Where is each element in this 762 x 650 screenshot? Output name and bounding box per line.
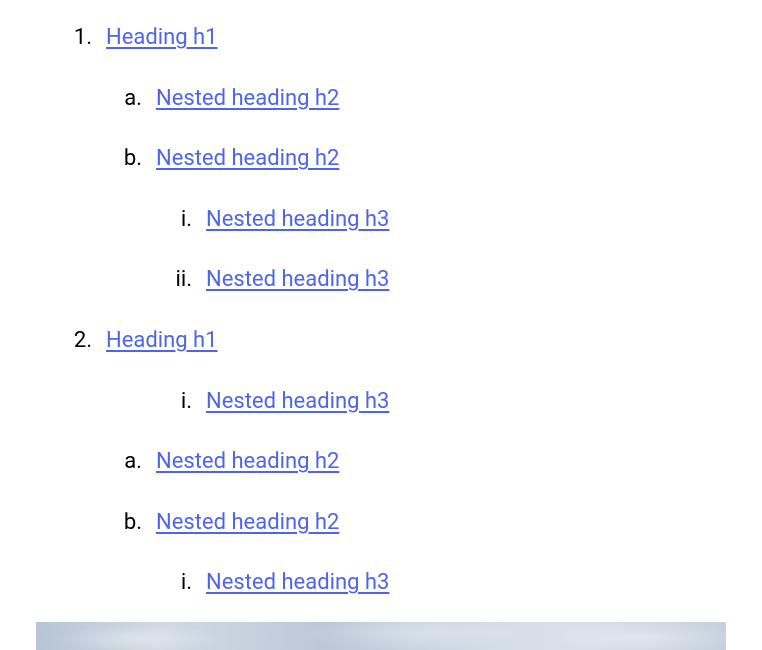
- toc-link-h3[interactable]: Nested heading h3: [206, 388, 389, 417]
- toc-link-h2[interactable]: Nested heading h2: [156, 85, 339, 114]
- toc-item: i. Nested heading h3: [36, 206, 726, 235]
- toc-item: 2. Heading h1: [36, 327, 726, 356]
- toc-item: 1. Heading h1: [36, 24, 726, 53]
- toc-item: a. Nested heading h2: [36, 448, 726, 477]
- toc-marker: a.: [36, 85, 156, 114]
- toc-marker: b.: [36, 145, 156, 174]
- toc-item: i. Nested heading h3: [36, 388, 726, 417]
- banner-image: [36, 622, 726, 650]
- toc-link-h2[interactable]: Nested heading h2: [156, 509, 339, 538]
- toc-item: b. Nested heading h2: [36, 145, 726, 174]
- toc-link-h2[interactable]: Nested heading h2: [156, 448, 339, 477]
- toc-link-h1[interactable]: Heading h1: [106, 24, 218, 53]
- toc-marker: i.: [36, 206, 206, 235]
- toc-marker: ii.: [36, 266, 206, 295]
- toc-marker: 1.: [36, 24, 106, 53]
- toc-item: i. Nested heading h3: [36, 569, 726, 598]
- toc-link-h3[interactable]: Nested heading h3: [206, 206, 389, 235]
- toc-marker: b.: [36, 509, 156, 538]
- toc-marker: i.: [36, 569, 206, 598]
- toc-item: a. Nested heading h2: [36, 85, 726, 114]
- toc-link-h2[interactable]: Nested heading h2: [156, 145, 339, 174]
- toc-item: b. Nested heading h2: [36, 509, 726, 538]
- toc-marker: i.: [36, 388, 206, 417]
- toc-marker: a.: [36, 448, 156, 477]
- toc-link-h1[interactable]: Heading h1: [106, 327, 218, 356]
- table-of-contents: 1. Heading h1 a. Nested heading h2 b. Ne…: [0, 0, 762, 598]
- toc-marker: 2.: [36, 327, 106, 356]
- toc-item: ii. Nested heading h3: [36, 266, 726, 295]
- toc-link-h3[interactable]: Nested heading h3: [206, 569, 389, 598]
- toc-link-h3[interactable]: Nested heading h3: [206, 266, 389, 295]
